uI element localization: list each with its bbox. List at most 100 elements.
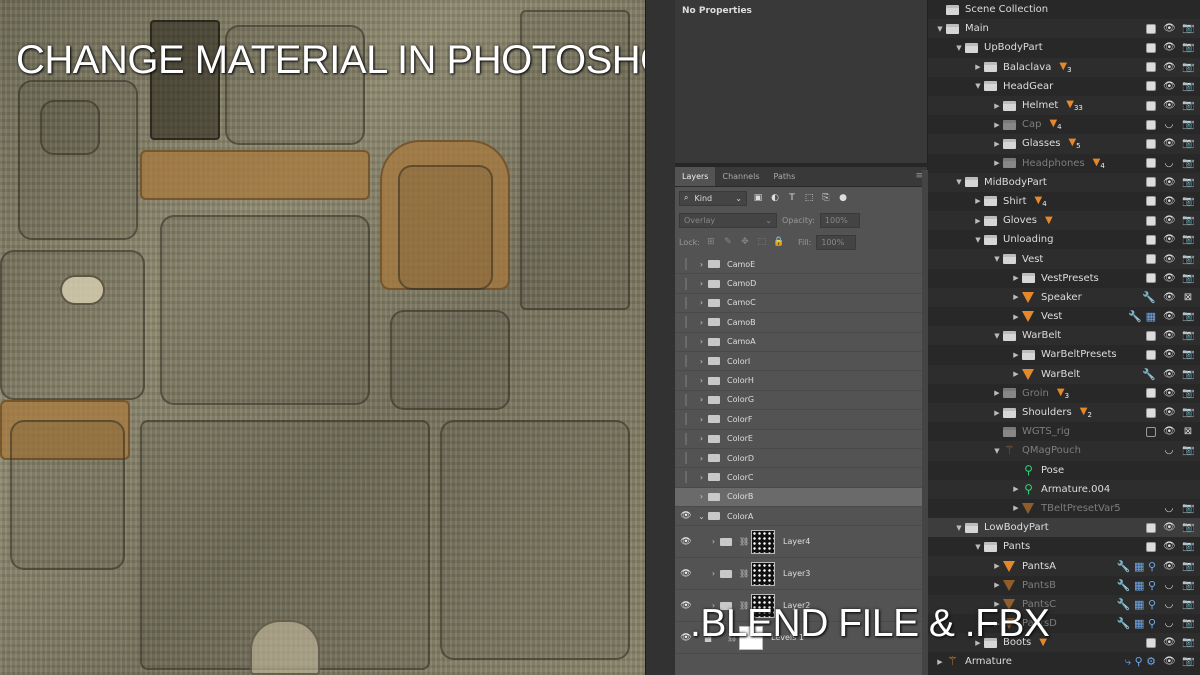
disclosure-right-icon[interactable]: ▶ (991, 159, 1003, 167)
chevron-right-icon[interactable]: › (697, 434, 706, 443)
eye-closed-icon[interactable]: ◡ (1163, 158, 1175, 169)
lock-all-icon[interactable]: 🔒 (773, 237, 785, 247)
camera-icon[interactable]: 📷 (1182, 273, 1194, 284)
visibility-box-icon[interactable] (675, 277, 697, 290)
outliner-row[interactable]: ▼ WarBelt 👁 📷 (928, 326, 1200, 346)
layer-mask-thumbnail[interactable] (751, 561, 775, 586)
visibility-box-icon[interactable] (675, 335, 697, 348)
disclosure-right-icon[interactable]: ▶ (1010, 351, 1022, 359)
child-mesh-badge-icon[interactable]: ▼3 (1059, 61, 1071, 74)
disclosure-right-icon[interactable]: ▶ (1010, 293, 1022, 301)
modifier-icons[interactable]: 🔧 ▦ ⚲ (1117, 579, 1156, 592)
child-mesh-badge-icon[interactable]: ▼4 (1049, 118, 1061, 131)
child-mesh-badge-icon[interactable]: ▼4 (1035, 195, 1047, 208)
layer-row[interactable]: › CamoA (675, 333, 922, 352)
disclosure-right-icon[interactable]: ▶ (991, 581, 1003, 589)
disclosure-down-icon[interactable]: ▼ (972, 236, 984, 244)
layer-row[interactable]: › ColorI (675, 352, 922, 372)
disclosure-right-icon[interactable]: ▶ (991, 409, 1003, 417)
adjustment-filter-icon[interactable]: ◐ (769, 193, 781, 203)
visibility-box-icon[interactable] (675, 393, 697, 406)
outliner-row[interactable]: ▶ ⚚ Armature ⤷ ⚲ ⚙ 👁 📷 (928, 652, 1200, 671)
camera-icon[interactable]: 📷 (1182, 388, 1194, 399)
camera-disabled-icon[interactable]: ⊠ (1182, 426, 1194, 437)
chevron-right-icon[interactable]: › (697, 337, 706, 346)
chevron-right-icon[interactable]: › (697, 454, 706, 463)
eye-closed-icon[interactable]: ◡ (1163, 445, 1175, 456)
layer-row[interactable]: › ColorE (675, 430, 922, 449)
camera-icon[interactable]: 📷 (1182, 369, 1194, 380)
eye-icon[interactable]: 👁 (1163, 388, 1176, 399)
eye-icon[interactable]: 👁 (1163, 215, 1176, 226)
outliner-row[interactable]: ▶ Helmet ▼33 👁 📷 (928, 95, 1200, 116)
camera-icon[interactable]: 📷 (1182, 311, 1194, 322)
outliner-row[interactable]: ▼ HeadGear 👁 📷 (928, 77, 1200, 96)
chevron-right-icon[interactable]: › (697, 357, 706, 366)
type-filter-icon[interactable]: T (786, 193, 798, 203)
visibility-box-icon[interactable] (675, 432, 697, 445)
eye-icon[interactable]: 👁 (1163, 656, 1176, 667)
modifier-icons[interactable]: 🔧 ▦ ⚲ (1117, 598, 1156, 611)
chevron-right-icon[interactable]: › (697, 395, 706, 404)
eye-icon[interactable]: 👁 (1163, 23, 1176, 34)
visibility-box-icon[interactable] (675, 490, 697, 503)
lock-artboard-icon[interactable]: ⬚ (756, 237, 768, 247)
outliner-row[interactable]: ▶ Speaker 🔧 👁 ⊠ (928, 287, 1200, 307)
camera-icon[interactable]: 📷 (1182, 656, 1194, 667)
camera-icon[interactable]: 📷 (1182, 158, 1194, 169)
disclosure-right-icon[interactable]: ▶ (991, 562, 1003, 570)
camera-icon[interactable]: 📷 (1182, 196, 1194, 207)
camera-icon[interactable]: 📷 (1182, 215, 1194, 226)
exclude-checkbox[interactable] (1146, 426, 1156, 437)
smart-object-filter-icon[interactable]: ⎘ (820, 193, 832, 203)
camera-icon[interactable]: 📷 (1182, 119, 1194, 130)
disclosure-down-icon[interactable]: ▼ (953, 44, 965, 52)
shape-filter-icon[interactable]: ⬚ (803, 193, 815, 203)
camera-icon[interactable]: 📷 (1182, 62, 1194, 73)
outliner-row[interactable]: ▼ Main 👁 📷 (928, 19, 1200, 39)
camera-icon[interactable]: 📷 (1182, 330, 1194, 341)
layer-row[interactable]: › ColorB (675, 487, 922, 508)
exclude-checkbox[interactable] (1146, 637, 1156, 648)
eye-icon[interactable]: 👁 (1163, 81, 1176, 92)
chevron-right-icon[interactable]: › (697, 260, 706, 269)
outliner-row[interactable]: ▶ Vest 🔧 ▦ 👁 📷 (928, 307, 1200, 326)
lock-brush-icon[interactable]: ✎ (722, 237, 734, 247)
outliner-row[interactable]: ▼ Pants 👁 📷 (928, 537, 1200, 556)
modifier-icons[interactable]: ⤷ ⚲ ⚙ (1125, 655, 1156, 669)
layer-mask-thumbnail[interactable] (751, 529, 775, 554)
layer-row[interactable]: › ColorC (675, 468, 922, 488)
eye-icon[interactable]: 👁 (1163, 62, 1176, 73)
visibility-box-icon[interactable] (675, 355, 697, 368)
visibility-box-icon[interactable] (675, 316, 697, 329)
disclosure-right-icon[interactable]: ▶ (1010, 370, 1022, 378)
exclude-checkbox[interactable] (1146, 23, 1156, 34)
exclude-checkbox[interactable] (1146, 119, 1156, 130)
disclosure-right-icon[interactable]: ▶ (991, 389, 1003, 397)
outliner-row[interactable]: ▼ Unloading 👁 📷 (928, 230, 1200, 249)
exclude-checkbox[interactable] (1146, 62, 1156, 73)
layer-row[interactable]: 👁 › ⛓ Layer3 (675, 558, 922, 591)
exclude-checkbox[interactable] (1146, 215, 1156, 226)
camera-icon[interactable]: 📷 (1182, 23, 1194, 34)
eye-closed-icon[interactable]: ◡ (1163, 503, 1175, 514)
outliner-row[interactable]: Scene Collection (928, 0, 1200, 19)
fill-field[interactable]: 100% (816, 234, 857, 250)
child-mesh-badge-icon[interactable]: ▼2 (1080, 406, 1092, 419)
visibility-box-icon[interactable] (675, 413, 697, 426)
camera-icon[interactable]: 📷 (1182, 407, 1194, 418)
outliner-row[interactable]: ▶ Glasses ▼5 👁 📷 (928, 134, 1200, 154)
layer-row[interactable]: › CamoB (675, 313, 922, 333)
camera-icon[interactable]: 📷 (1182, 42, 1194, 53)
disclosure-down-icon[interactable]: ▼ (934, 25, 946, 33)
eye-icon[interactable]: 👁 (1163, 100, 1176, 111)
outliner-row[interactable]: ▶ Shoulders ▼2 👁 📷 (928, 402, 1200, 423)
exclude-checkbox[interactable] (1146, 158, 1156, 169)
visibility-box-icon[interactable] (675, 258, 697, 271)
disclosure-down-icon[interactable]: ▼ (991, 447, 1003, 455)
eye-icon[interactable]: 👁 (675, 537, 697, 547)
eye-icon[interactable]: 👁 (1163, 273, 1176, 284)
camera-icon[interactable]: 📷 (1182, 599, 1194, 610)
modifier-icons[interactable]: 🔧 ▦ (1128, 310, 1156, 323)
outliner-row[interactable]: ▼ UpBodyPart 👁 📷 (928, 38, 1200, 57)
